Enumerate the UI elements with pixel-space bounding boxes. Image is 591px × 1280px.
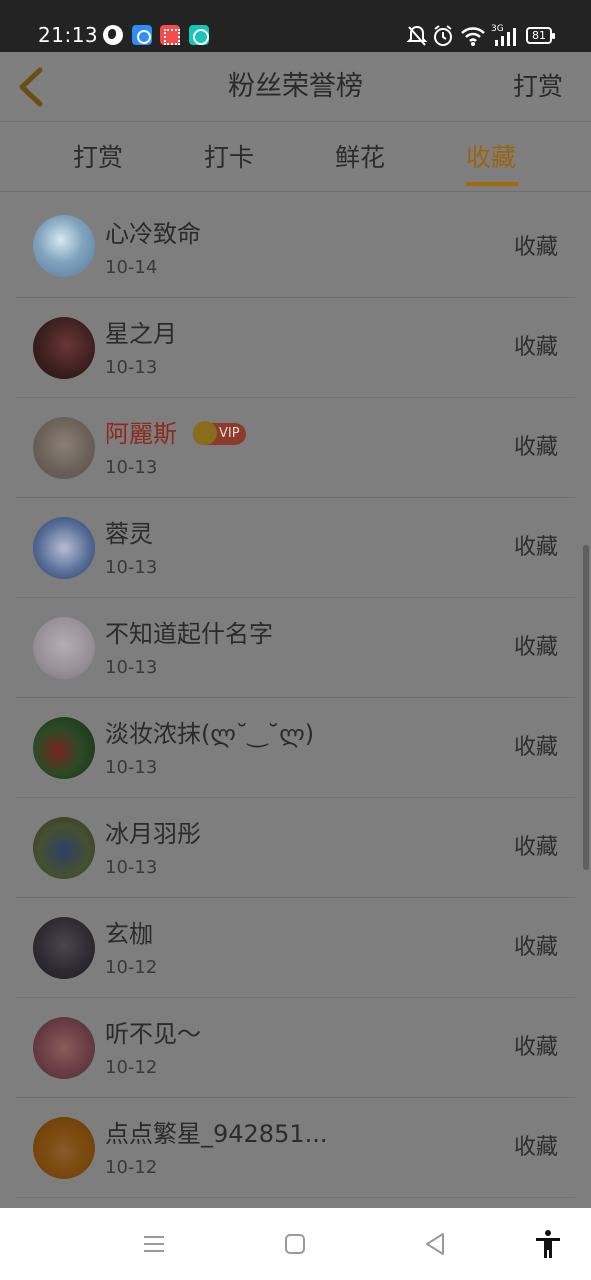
alarm-icon — [434, 25, 452, 46]
date: 10-12 — [105, 1057, 158, 1078]
tab-checkin[interactable]: 打卡 — [204, 142, 254, 174]
status-time: 21:13 — [38, 23, 99, 47]
avatar[interactable] — [33, 317, 95, 379]
tab-flowers[interactable]: 鲜花 — [335, 142, 385, 174]
avatar[interactable] — [33, 617, 95, 679]
list-item[interactable]: 冰月羽彤 10-13 收藏 — [16, 798, 575, 898]
wifi-icon — [461, 27, 485, 46]
back-triangle-icon[interactable] — [419, 1228, 451, 1260]
home-square-icon[interactable] — [279, 1228, 311, 1260]
date: 10-12 — [105, 957, 158, 978]
tab-favorites[interactable]: 收藏 — [466, 142, 516, 174]
avatar[interactable] — [33, 1017, 95, 1079]
menu-icon[interactable] — [138, 1228, 170, 1260]
list-item[interactable]: 蓉灵 10-13 收藏 — [16, 498, 575, 598]
date: 10-14 — [105, 257, 158, 278]
date: 10-12 — [105, 1157, 158, 1178]
avatar[interactable] — [33, 1117, 95, 1179]
avatar[interactable] — [33, 917, 95, 979]
avatar[interactable] — [33, 215, 95, 277]
globe-app-icon — [103, 25, 123, 45]
action-label: 收藏 — [513, 435, 558, 460]
blue-app-icon — [132, 25, 152, 45]
teal-app-icon — [189, 25, 209, 45]
action-label: 收藏 — [513, 1135, 558, 1160]
user-name: 听不见～ — [105, 1020, 201, 1048]
user-name: 星之月 — [105, 320, 177, 348]
action-label: 收藏 — [513, 335, 558, 360]
list-item[interactable]: 心冷致命 10-14 收藏 — [16, 198, 575, 298]
status-bar: 21:13 3G 81 — [0, 0, 591, 52]
avatar[interactable] — [33, 417, 95, 479]
action-label: 收藏 — [513, 935, 558, 960]
list-item[interactable]: 阿麗斯 10-13 收藏 — [16, 398, 575, 498]
battery-icon: 81 — [526, 27, 555, 44]
date: 10-13 — [105, 357, 158, 378]
date: 10-13 — [105, 557, 158, 578]
page-title: 粉丝荣誉榜 — [228, 71, 363, 102]
scrollbar[interactable] — [583, 545, 589, 870]
user-name: 不知道起什名字 — [105, 620, 273, 648]
date: 10-13 — [105, 657, 158, 678]
action-label: 收藏 — [513, 735, 558, 760]
list-item[interactable]: 听不见～ 10-12 收藏 — [16, 998, 575, 1098]
action-label: 收藏 — [513, 635, 558, 660]
user-name: 点点繁星_942851... — [105, 1120, 328, 1148]
user-name: 淡妆浓抹(ლ˘‿˘ლ) — [105, 720, 315, 748]
accessibility-icon[interactable] — [532, 1228, 564, 1260]
user-name: 玄枷 — [105, 920, 153, 948]
fan-list: 心冷致命 10-14 收藏 星之月 10-13 收藏 阿麗斯 10-13 收藏 … — [0, 198, 591, 1198]
avatar[interactable] — [33, 517, 95, 579]
date: 10-13 — [105, 457, 158, 478]
action-label: 收藏 — [513, 1035, 558, 1060]
action-label: 收藏 — [513, 235, 558, 260]
list-item[interactable]: 玄枷 10-12 收藏 — [16, 898, 575, 998]
red-app-icon — [160, 25, 180, 45]
date: 10-13 — [105, 757, 158, 778]
avatar[interactable] — [33, 817, 95, 879]
list-item[interactable]: 点点繁星_942851... 10-12 收藏 — [16, 1098, 575, 1198]
tab-bar: 打赏 打卡 鲜花 收藏 — [0, 122, 591, 192]
tab-reward[interactable]: 打赏 — [73, 142, 123, 174]
signal-icon — [495, 28, 516, 46]
user-name: 心冷致命 — [105, 220, 201, 248]
list-item[interactable]: 不知道起什名字 10-13 收藏 — [16, 598, 575, 698]
system-nav-bar — [0, 1208, 591, 1280]
action-label: 收藏 — [513, 535, 558, 560]
crown-icon — [193, 421, 217, 445]
user-name: 冰月羽彤 — [105, 820, 201, 848]
user-name: 蓉灵 — [105, 520, 153, 548]
mute-bell-icon — [406, 25, 428, 46]
list-item[interactable]: 星之月 10-13 收藏 — [16, 298, 575, 398]
date: 10-13 — [105, 857, 158, 878]
header-reward-button[interactable]: 打赏 — [513, 70, 563, 104]
header: 粉丝荣誉榜 打赏 — [0, 52, 591, 122]
active-tab-indicator — [466, 182, 519, 186]
avatar[interactable] — [33, 717, 95, 779]
user-name: 阿麗斯 — [105, 420, 177, 448]
list-item[interactable]: 淡妆浓抹(ლ˘‿˘ლ) 10-13 收藏 — [16, 698, 575, 798]
action-label: 收藏 — [513, 835, 558, 860]
